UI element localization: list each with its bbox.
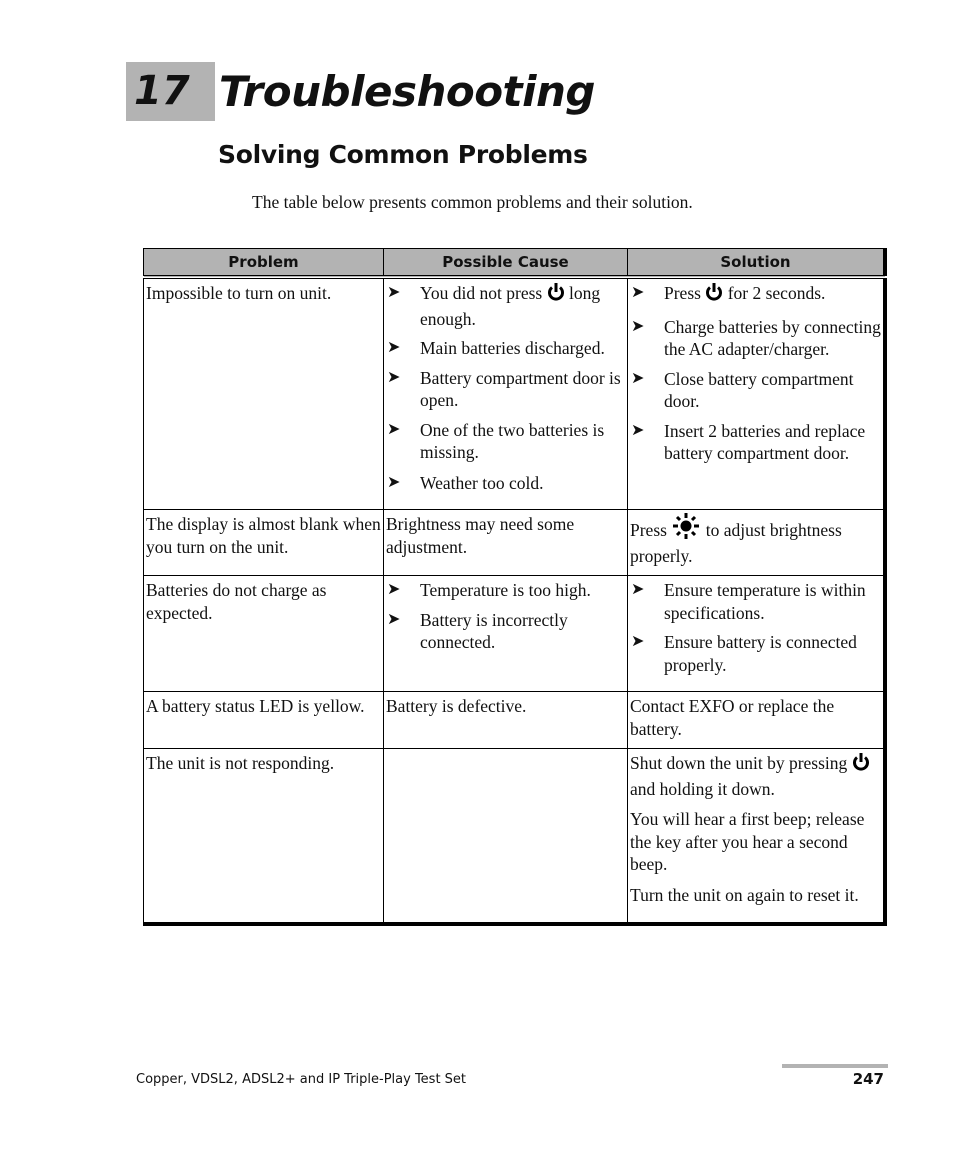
text-pre: Turn the unit on again to reset it.: [630, 884, 859, 905]
cause-cell: Battery is defective.: [383, 691, 628, 749]
troubleshooting-table: Problem Possible Cause Solution Impossib…: [143, 248, 887, 926]
header-cause: Possible Cause: [383, 248, 628, 279]
chapter-number: 17: [126, 62, 215, 121]
text-pre: Shut down the unit by pressing: [630, 753, 852, 773]
cause-item: ➤ Battery is incorrectly connected.: [386, 609, 625, 654]
bullet-text: Press for 2 seconds.: [664, 282, 825, 308]
solution-item: ➤ Press for 2 seconds.: [630, 282, 881, 308]
bullet-text: Battery compartment door is open.: [420, 367, 625, 412]
solution-paragraph: You will hear a first beep; release the …: [630, 808, 881, 876]
bullet-arrow-icon: ➤: [387, 581, 401, 598]
bullet-text: Insert 2 batteries and replace battery c…: [664, 420, 881, 465]
solution-item: ➤ Charge batteries by connecting the AC a…: [630, 316, 881, 361]
solution-cell: Shut down the unit by pressing and holdi…: [627, 748, 886, 925]
power-icon: [547, 282, 565, 308]
chapter-heading: 17 Troubleshooting: [126, 62, 596, 121]
table-row: Batteries do not charge as expected. ➤ Tem…: [143, 575, 886, 692]
text-pre: Weather too cold.: [420, 472, 544, 493]
text-pre: Ensure battery is connected properly.: [664, 632, 857, 675]
text-pre: Charge batteries by connecting the AC ad…: [664, 316, 881, 360]
bullet-text: Ensure battery is connected properly.: [664, 631, 881, 676]
solution-item: ➤ Ensure temperature is within specificat…: [630, 579, 881, 624]
text-pre: Press: [630, 520, 672, 540]
bullet-text: Temperature is too high.: [420, 579, 591, 602]
bullet-arrow-icon: ➤: [631, 317, 645, 335]
bullet-arrow-icon: ➤: [631, 633, 645, 650]
text-pre: Battery is incorrectly connected.: [420, 609, 568, 653]
chapter-title: Troubleshooting: [219, 67, 596, 116]
power-icon: [852, 752, 870, 778]
solution-cell: Press to adjust brightness properly.: [627, 509, 886, 576]
table-row: The unit is not responding. Shut down the…: [143, 748, 886, 925]
header-solution: Solution: [627, 248, 886, 279]
bullet-text: One of the two batteries is missing.: [420, 419, 625, 464]
power-icon: [705, 282, 723, 308]
text-pre: Ensure temperature is within specificati…: [664, 580, 866, 623]
problem-cell: A battery status LED is yellow.: [143, 691, 384, 749]
table-row: A battery status LED is yellow. Battery i…: [143, 691, 886, 749]
bullet-text: Main batteries discharged.: [420, 337, 605, 360]
solution-cell: ➤ Press for 2 seconds. ➤ Charge batteries b…: [627, 276, 886, 510]
table-row: Impossible to turn on unit. ➤ You did not …: [143, 276, 886, 510]
cause-item: ➤ You did not press long enough.: [386, 282, 625, 330]
text-pre: Insert 2 batteries and replace battery c…: [664, 420, 866, 464]
table-row: The display is almost blank when you tur…: [143, 509, 886, 576]
intro-text: The table below presents common problems…: [252, 192, 693, 212]
cause-cell: ➤ You did not press long enough. ➤ Main bat…: [383, 276, 628, 510]
footer-title: Copper, VDSL2, ADSL2+ and IP Triple-Play…: [136, 1072, 467, 1087]
page-number: 247: [852, 1070, 884, 1088]
bullet-arrow-icon: ➤: [387, 473, 401, 491]
text-pre: Contact EXFO or replace the battery.: [630, 696, 835, 739]
solution-item: ➤ Insert 2 batteries and replace battery …: [630, 420, 881, 465]
bullet-arrow-icon: ➤: [631, 369, 645, 387]
solution-cell: ➤ Ensure temperature is within specificat…: [627, 575, 886, 692]
text-pre: Battery compartment door is open.: [420, 367, 621, 411]
text-pre: Press: [664, 283, 706, 303]
solution-paragraph: Shut down the unit by pressing and holdi…: [630, 752, 881, 800]
text-pre: Temperature is too high.: [420, 580, 591, 600]
problem-cell: Batteries do not charge as expected.: [143, 575, 384, 692]
bullet-arrow-icon: ➤: [387, 284, 401, 301]
bullet-arrow-icon: ➤: [387, 610, 401, 628]
cause-cell: [383, 748, 628, 925]
table-header-row: Problem Possible Cause Solution: [143, 248, 886, 279]
cause-item: ➤ Temperature is too high.: [386, 579, 625, 602]
bullet-text: Charge batteries by connecting the AC ad…: [664, 316, 881, 361]
bullet-arrow-icon: ➤: [631, 581, 645, 598]
section-title: Solving Common Problems: [218, 140, 588, 169]
text-pre: Close battery compartment door.: [664, 368, 854, 412]
text-pre: You did not press: [420, 283, 547, 303]
bullet-text: Battery is incorrectly connected.: [420, 609, 625, 654]
bullet-text: Close battery compartment door.: [664, 368, 881, 413]
bullet-arrow-icon: ➤: [387, 420, 401, 438]
header-problem: Problem: [143, 248, 384, 279]
solution-item: ➤ Ensure battery is connected properly.: [630, 631, 881, 676]
bullet-text: Weather too cold.: [420, 472, 543, 495]
bullet-arrow-icon: ➤: [387, 368, 401, 386]
solution-item: ➤ Close battery compartment door.: [630, 368, 881, 413]
problem-cell: Impossible to turn on unit.: [143, 276, 384, 510]
text-post: and holding it down.: [630, 778, 775, 799]
text-pre: You will hear a first beep; release the …: [630, 809, 865, 874]
bullet-arrow-icon: ➤: [631, 421, 645, 439]
text-pre: One of the two batteries is missing.: [420, 419, 605, 463]
cause-cell: Brightness may need some adjustment.: [383, 509, 628, 576]
brightness-icon: [671, 513, 701, 545]
cause-cell: ➤ Temperature is too high. ➤ Battery is inc…: [383, 575, 628, 692]
bullet-text: You did not press long enough.: [420, 282, 625, 330]
solution-cell: Contact EXFO or replace the battery.: [627, 691, 886, 749]
problem-cell: The unit is not responding.: [143, 748, 384, 925]
cause-item: ➤ Main batteries discharged.: [386, 337, 625, 360]
cause-item: ➤ One of the two batteries is missing.: [386, 419, 625, 464]
bullet-arrow-icon: ➤: [631, 284, 645, 301]
cause-item: ➤ Battery compartment door is open.: [386, 367, 625, 412]
bullet-text: Ensure temperature is within specificati…: [664, 579, 881, 624]
problem-cell: The display is almost blank when you tur…: [143, 509, 384, 576]
solution-paragraph: Turn the unit on again to reset it.: [630, 884, 881, 907]
cause-item: ➤ Weather too cold.: [386, 472, 625, 495]
text-post: for 2 seconds.: [723, 283, 826, 303]
footer-rule: [782, 1064, 888, 1068]
text-pre: Main batteries discharged.: [420, 338, 605, 358]
bullet-arrow-icon: ➤: [387, 339, 401, 356]
